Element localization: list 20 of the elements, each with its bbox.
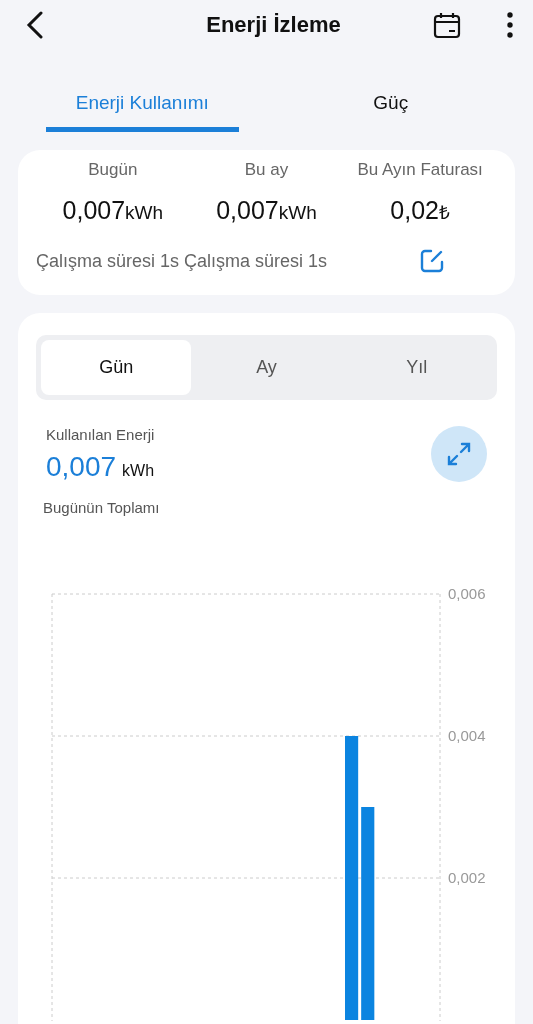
page-title: Enerji İzleme — [205, 12, 342, 38]
stat-value: 0,007kWh — [62, 196, 164, 225]
period-tab[interactable]: Yıl — [341, 340, 492, 395]
stat-label: Bugün — [88, 160, 138, 180]
stat-label: Bu ay — [244, 160, 289, 180]
period-tab[interactable]: Ay — [191, 340, 342, 395]
axis-label: 0,004 — [448, 727, 486, 744]
runtime-text: Çalışma süresi 1s Çalışma süresi 1s — [36, 250, 329, 272]
tab[interactable]: Enerji Kullanımı — [46, 78, 239, 132]
stat-value: 0,007kWh — [216, 196, 317, 225]
expand-icon[interactable] — [431, 426, 487, 482]
stat-label: Bu Ayın Faturası — [357, 160, 483, 180]
period-tab[interactable]: Gün — [41, 340, 192, 395]
axis-label: 0,002 — [448, 869, 486, 886]
usage-label: Kullanılan Enerji — [46, 426, 156, 443]
usage-value: 0,007 kWh — [46, 451, 156, 483]
stat-value: 0,02₺ — [390, 196, 450, 225]
axis-label: 0,006 — [448, 585, 486, 602]
tab[interactable]: Güç — [294, 78, 487, 132]
usage-caption: Bugünün Toplamı — [43, 499, 160, 516]
